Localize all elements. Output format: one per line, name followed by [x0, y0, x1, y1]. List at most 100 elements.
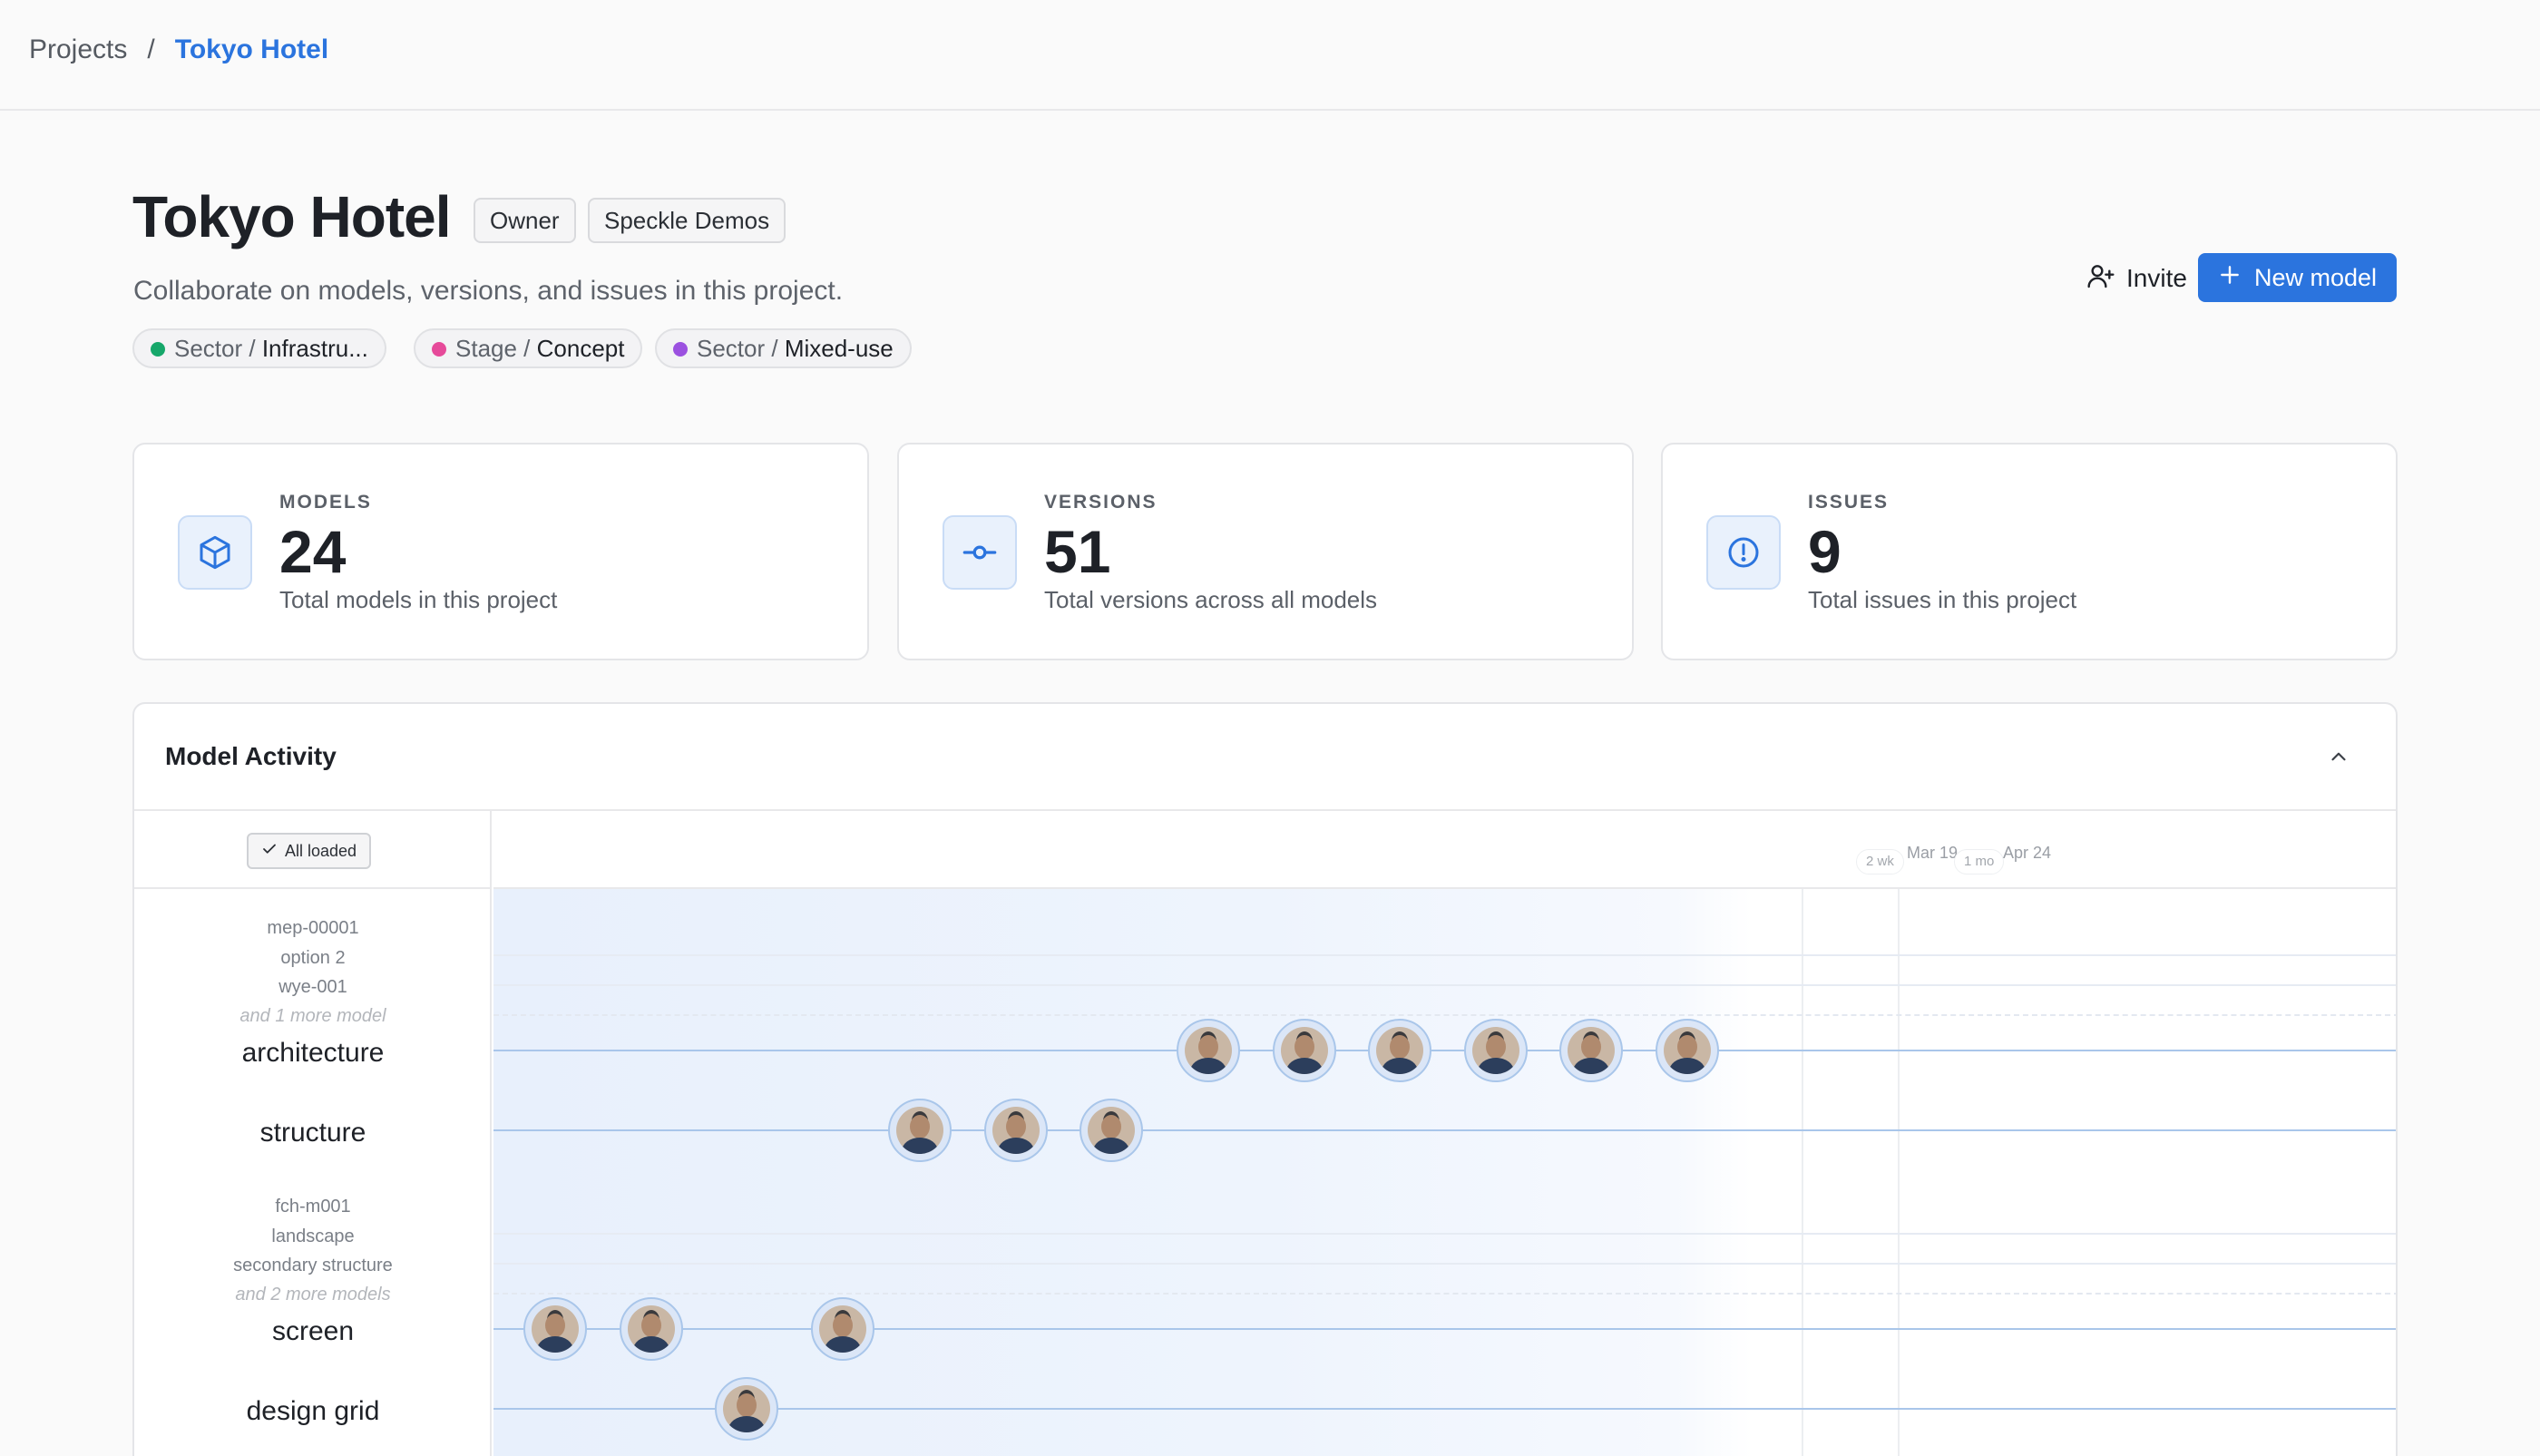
model-name-minor[interactable]: mep-00001 — [134, 918, 492, 939]
avatar-photo — [1281, 1027, 1328, 1074]
more-row-line — [493, 1014, 2396, 1016]
avatar-photo — [628, 1305, 675, 1353]
tag-sep: / — [242, 335, 262, 362]
all-loaded-label: All loaded — [285, 841, 357, 860]
stat-value: 9 — [1808, 518, 1842, 585]
tag-value: Mixed-use — [784, 335, 894, 362]
user-plus-icon — [2086, 261, 2115, 297]
stat-description: Total models in this project — [279, 586, 558, 613]
axis-label: Mar 19 — [1907, 844, 1959, 862]
version-avatar[interactable] — [1656, 1019, 1719, 1082]
tag-dot — [151, 342, 165, 357]
model-name-minor[interactable]: option 2 — [134, 948, 492, 969]
avatar-photo — [1088, 1107, 1135, 1154]
alert-circle-icon — [1706, 515, 1781, 590]
tag-value: Concept — [536, 335, 625, 362]
breadcrumb-projects-link[interactable]: Projects — [29, 34, 127, 65]
avatar-photo — [1185, 1027, 1232, 1074]
axis-chip: 1 mo — [1954, 849, 2005, 875]
version-avatar[interactable] — [1177, 1019, 1240, 1082]
breadcrumb-separator: / — [147, 34, 155, 64]
timeline-body — [493, 889, 2396, 1456]
version-avatar[interactable] — [1273, 1019, 1336, 1082]
model-name[interactable]: screen — [134, 1316, 492, 1347]
tag-sector-infrastructure[interactable]: Sector / Infrastru... — [132, 328, 386, 368]
model-activity-panel: Model Activity All loaded mep-00001 opti… — [132, 702, 2398, 1456]
model-list-header: All loaded — [134, 811, 492, 889]
timeline-gridline — [1802, 889, 1803, 1456]
avatar-photo — [723, 1385, 770, 1432]
invite-label: Invite — [2126, 264, 2187, 292]
model-track — [493, 1408, 2396, 1410]
page-title: Tokyo Hotel — [132, 184, 451, 249]
model-list: All loaded mep-00001 option 2 wye-001 an… — [134, 811, 492, 1456]
stat-card-versions[interactable]: VERSIONS 51 Total versions across all mo… — [897, 443, 1634, 660]
invite-button[interactable]: Invite — [2077, 254, 2196, 303]
cube-icon — [178, 515, 252, 590]
chevron-up-icon[interactable] — [2322, 740, 2355, 773]
model-track — [493, 1129, 2396, 1131]
version-avatar[interactable] — [1559, 1019, 1623, 1082]
avatar-photo — [1664, 1027, 1711, 1074]
role-badge: Owner — [474, 198, 576, 243]
version-avatar[interactable] — [888, 1099, 952, 1162]
plus-icon — [2218, 263, 2242, 293]
model-name[interactable]: architecture — [134, 1038, 492, 1069]
model-name[interactable]: design grid — [134, 1396, 492, 1427]
panel-title: Model Activity — [165, 742, 337, 770]
tag-value: Infrastru... — [261, 335, 368, 362]
tag-sep: / — [516, 335, 537, 362]
all-loaded-button[interactable]: All loaded — [247, 833, 372, 869]
commit-icon — [943, 515, 1017, 590]
new-model-button[interactable]: New model — [2198, 253, 2397, 302]
version-avatar[interactable] — [1080, 1099, 1143, 1162]
tag-stage-concept[interactable]: Stage / Concept — [414, 328, 643, 368]
breadcrumb: Projects / Tokyo Hotel — [29, 34, 328, 65]
model-name-minor[interactable]: wye-001 — [134, 977, 492, 998]
model-name-minor[interactable]: fch-m001 — [134, 1197, 492, 1217]
stat-label: ISSUES — [1808, 492, 1890, 513]
version-avatar[interactable] — [1368, 1019, 1431, 1082]
more-models-note: and 1 more model — [239, 1006, 386, 1026]
avatar-photo — [1568, 1027, 1615, 1074]
version-avatar[interactable] — [984, 1099, 1048, 1162]
new-model-label: New model — [2253, 263, 2378, 291]
breadcrumb-current[interactable]: Tokyo Hotel — [175, 34, 328, 65]
tag-sep: / — [765, 335, 785, 362]
stat-description: Total versions across all models — [1044, 586, 1378, 613]
version-avatar[interactable] — [620, 1297, 683, 1361]
stat-card-issues[interactable]: ISSUES 9 Total issues in this project — [1661, 443, 2398, 660]
minor-row-line — [493, 1263, 2396, 1265]
stat-label: VERSIONS — [1044, 492, 1158, 513]
project-description: Collaborate on models, versions, and iss… — [133, 276, 844, 306]
timeline-gridline — [1898, 889, 1900, 1456]
model-track — [493, 1050, 2396, 1051]
tag-dot — [432, 342, 446, 357]
tag-key: Sector — [174, 335, 243, 362]
tag-dot — [673, 342, 688, 357]
model-track — [493, 1328, 2396, 1330]
version-avatar[interactable] — [715, 1377, 778, 1441]
stat-label: MODELS — [279, 492, 372, 513]
version-avatar[interactable] — [523, 1297, 587, 1361]
tag-key: Sector — [697, 335, 766, 362]
more-models-note: and 2 more models — [235, 1285, 391, 1305]
avatar-photo — [1472, 1027, 1519, 1074]
panel-header: Model Activity — [134, 704, 2396, 811]
version-avatar[interactable] — [1464, 1019, 1528, 1082]
tag-sector-mixed-use[interactable]: Sector / Mixed-use — [655, 328, 912, 368]
version-avatar[interactable] — [811, 1297, 874, 1361]
timeline-axis: 2 wk Mar 19 1 mo Apr 24 — [493, 811, 2396, 889]
top-bar: Projects / Tokyo Hotel — [0, 0, 2540, 111]
activity-timeline: 2 wk Mar 19 1 mo Apr 24 — [493, 811, 2396, 1456]
model-name-minor[interactable]: landscape — [134, 1226, 492, 1247]
avatar-photo — [896, 1107, 943, 1154]
stat-description: Total issues in this project — [1808, 586, 2077, 613]
stat-card-models[interactable]: MODELS 24 Total models in this project — [132, 443, 869, 660]
workspace-badge[interactable]: Speckle Demos — [588, 198, 786, 243]
model-name[interactable]: structure — [134, 1118, 492, 1148]
stat-value: 24 — [279, 518, 347, 585]
axis-chip: 2 wk — [1856, 849, 1904, 875]
check-icon — [261, 841, 278, 862]
model-name-minor[interactable]: secondary structure — [134, 1256, 492, 1276]
